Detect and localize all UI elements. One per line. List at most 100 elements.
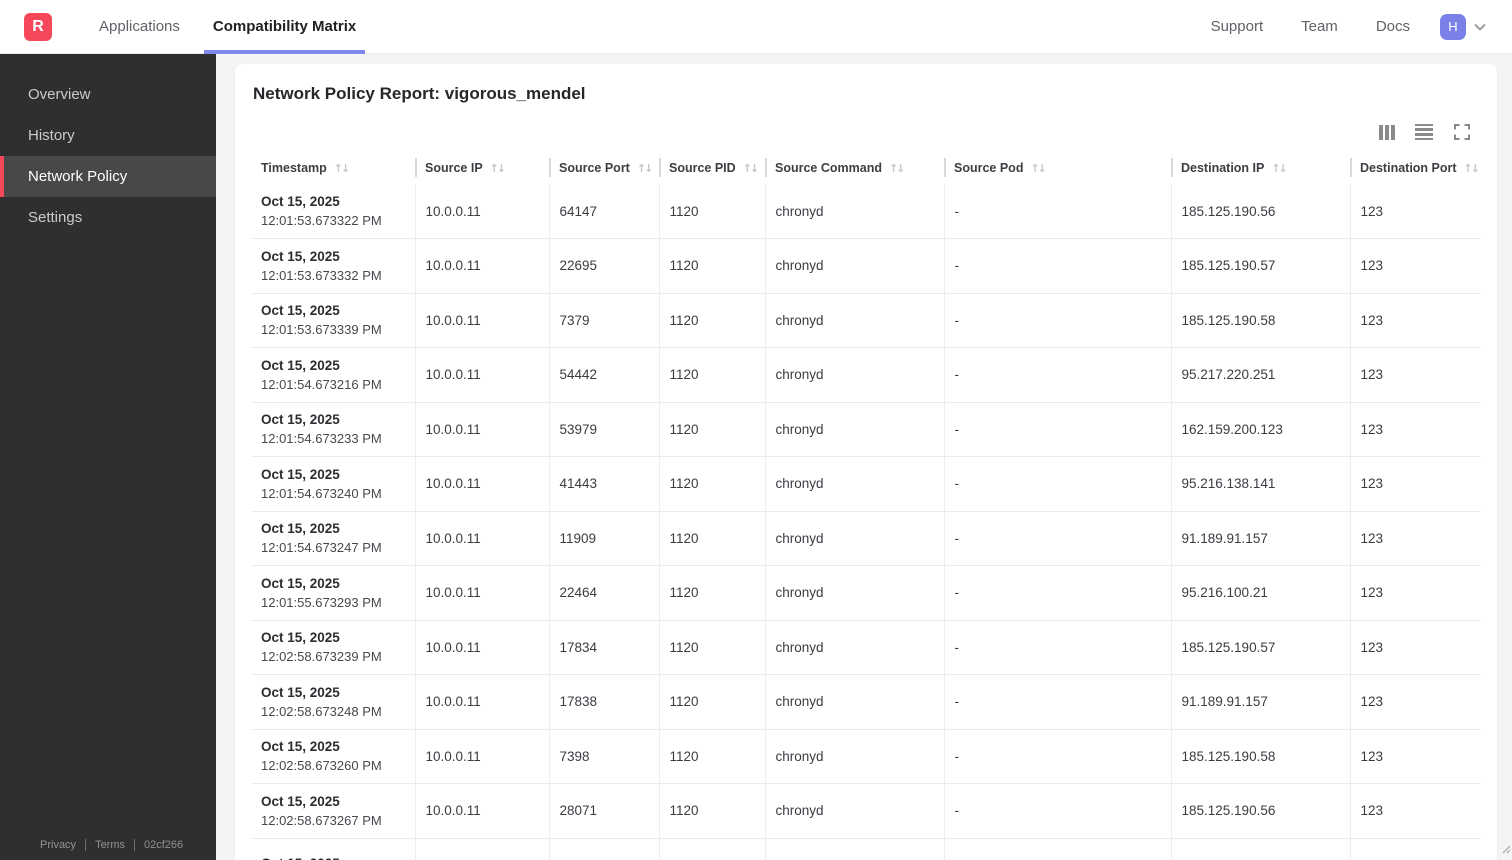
- source-command-cell: chronyd: [764, 456, 944, 512]
- columns-icon[interactable]: [1379, 124, 1395, 140]
- nav-link[interactable]: Team: [1301, 18, 1338, 35]
- sort-icon[interactable]: ↑↓: [889, 162, 906, 175]
- column-header[interactable]: Source Pod ↑↓: [944, 156, 1171, 184]
- table-row[interactable]: Oct 15, 2025 12:02:58.673260 PM 10.0.0.1…: [251, 729, 1481, 784]
- sidebar-item[interactable]: Settings: [0, 197, 216, 238]
- source-pod-cell: -: [943, 620, 1171, 675]
- destination-ip-cell: 95.216.138.141: [1170, 456, 1350, 512]
- table-row[interactable]: Oct 15, 2025 12:01:54.673233 PM 10.0.0.1…: [251, 402, 1481, 457]
- source-ip-cell: 10.0.0.11: [414, 674, 549, 730]
- report-card: Network Policy Report: vigorous_mendel T: [235, 64, 1497, 860]
- sort-icon[interactable]: ↑↓: [743, 162, 760, 175]
- timestamp-cell: Oct 15, 2025 12:01:55.673293 PM: [251, 565, 415, 621]
- sort-icon[interactable]: ↑↓: [490, 162, 507, 175]
- destination-port-cell: 123: [1349, 674, 1481, 730]
- resize-grip[interactable]: [1499, 841, 1511, 859]
- timestamp-cell: Oct 15, 2025 12:01:54.673247 PM: [251, 511, 415, 566]
- source-port-cell: 17838: [548, 674, 659, 730]
- source-command-cell: [764, 838, 944, 860]
- sort-icon[interactable]: ↑↓: [1030, 162, 1047, 175]
- table-row[interactable]: Oct 15, 2025 12:01:54.673216 PM 10.0.0.1…: [251, 347, 1481, 403]
- source-command-cell: chronyd: [764, 347, 944, 403]
- source-pid-cell: 1120: [658, 238, 765, 294]
- table-row[interactable]: Oct 15, 2025 12:01:54.673247 PM 10.0.0.1…: [251, 511, 1481, 566]
- table-row[interactable]: Oct 15, 2025 12:02:58.673248 PM 10.0.0.1…: [251, 674, 1481, 730]
- terms-link[interactable]: Terms: [95, 839, 125, 851]
- source-pod-cell: -: [943, 184, 1171, 239]
- destination-port-cell: 123: [1349, 184, 1481, 239]
- source-command-cell: chronyd: [764, 511, 944, 566]
- network-policy-table: Timestamp ↑↓ Source IP ↑↓ Source Port ↑↓ So…: [251, 156, 1481, 860]
- source-pod-cell: -: [943, 293, 1171, 348]
- source-pod-cell: -: [943, 729, 1171, 784]
- source-pid-cell: 1120: [658, 456, 765, 512]
- source-ip-cell: 10.0.0.11: [414, 565, 549, 621]
- table-row[interactable]: Oct 15, 2025 12:01:53.673332 PM 10.0.0.1…: [251, 238, 1481, 294]
- source-pid-cell: 1120: [658, 783, 765, 839]
- source-pid-cell: 1120: [658, 184, 765, 239]
- sort-icon[interactable]: ↑↓: [637, 162, 654, 175]
- table-row[interactable]: Oct 15, 2025 12:01:54.673240 PM 10.0.0.1…: [251, 456, 1481, 512]
- table-body: Oct 15, 2025 12:01:53.673322 PM 10.0.0.1…: [251, 184, 1481, 860]
- column-header[interactable]: Destination Port ↑↓: [1350, 156, 1481, 184]
- source-pid-cell: 1120: [658, 674, 765, 730]
- source-pod-cell: -: [943, 238, 1171, 294]
- source-pid-cell: 1120: [658, 511, 765, 566]
- source-port-cell: 41443: [548, 456, 659, 512]
- table-row[interactable]: Oct 15, 2025 12:02:58.673267 PM 10.0.0.1…: [251, 783, 1481, 839]
- source-port-cell: 64147: [548, 184, 659, 239]
- column-header[interactable]: Destination IP ↑↓: [1171, 156, 1350, 184]
- timestamp-cell: Oct 15, 2025 12:02:58.673267 PM: [251, 783, 415, 839]
- sidebar-item[interactable]: History: [0, 115, 216, 156]
- source-ip-cell: 10.0.0.11: [414, 620, 549, 675]
- sidebar-footer: Privacy Terms 02cf266: [0, 839, 216, 860]
- table-row[interactable]: Oct 15, 2025 12:01:55.673293 PM 10.0.0.1…: [251, 565, 1481, 621]
- source-pod-cell: -: [943, 456, 1171, 512]
- source-command-cell: chronyd: [764, 402, 944, 457]
- destination-ip-cell: 185.125.190.57: [1170, 238, 1350, 294]
- destination-port-cell: 123: [1349, 620, 1481, 675]
- timestamp-cell: Oct 15, 2025 12:01:53.673322 PM: [251, 184, 415, 239]
- column-header[interactable]: Source Command ↑↓: [765, 156, 944, 184]
- column-header[interactable]: Source Port ↑↓: [549, 156, 659, 184]
- source-pid-cell: 1120: [658, 293, 765, 348]
- sort-icon[interactable]: ↑↓: [1464, 162, 1481, 175]
- table-toolbar: [251, 122, 1471, 142]
- sidebar-item[interactable]: Overview: [0, 74, 216, 115]
- source-ip-cell: [414, 838, 549, 860]
- source-pod-cell: -: [943, 565, 1171, 621]
- destination-port-cell: 123: [1349, 402, 1481, 457]
- source-port-cell: 7379: [548, 293, 659, 348]
- nav-tab[interactable]: Compatibility Matrix: [203, 0, 366, 54]
- table-row[interactable]: Oct 15, 2025: [251, 838, 1481, 860]
- user-avatar[interactable]: H: [1440, 13, 1466, 40]
- source-ip-cell: 10.0.0.11: [414, 783, 549, 839]
- destination-port-cell: [1349, 838, 1481, 860]
- nav-tab[interactable]: Applications: [90, 0, 189, 54]
- table-row[interactable]: Oct 15, 2025 12:02:58.673239 PM 10.0.0.1…: [251, 620, 1481, 675]
- destination-ip-cell: 91.189.91.157: [1170, 511, 1350, 566]
- table-row[interactable]: Oct 15, 2025 12:01:53.673339 PM 10.0.0.1…: [251, 293, 1481, 348]
- chevron-down-icon[interactable]: [1472, 19, 1488, 35]
- timestamp-cell: Oct 15, 2025 12:01:54.673240 PM: [251, 456, 415, 512]
- nav-link[interactable]: Support: [1211, 18, 1264, 35]
- sidebar-item[interactable]: Network Policy: [0, 156, 216, 197]
- nav-link[interactable]: Docs: [1376, 18, 1410, 35]
- sort-icon[interactable]: ↑↓: [334, 162, 351, 175]
- column-header[interactable]: Timestamp ↑↓: [251, 156, 415, 184]
- column-header[interactable]: Source IP ↑↓: [415, 156, 549, 184]
- destination-port-cell: 123: [1349, 293, 1481, 348]
- app-logo[interactable]: R: [24, 12, 52, 41]
- source-ip-cell: 10.0.0.11: [414, 402, 549, 457]
- source-port-cell: [548, 838, 659, 860]
- privacy-link[interactable]: Privacy: [40, 839, 76, 851]
- table-row[interactable]: Oct 15, 2025 12:01:53.673322 PM 10.0.0.1…: [251, 184, 1481, 239]
- source-port-cell: 11909: [548, 511, 659, 566]
- destination-port-cell: 123: [1349, 511, 1481, 566]
- sort-icon[interactable]: ↑↓: [1271, 162, 1288, 175]
- fullscreen-icon[interactable]: [1453, 123, 1471, 141]
- rows-icon[interactable]: [1415, 123, 1433, 141]
- column-header[interactable]: Source PID ↑↓: [659, 156, 765, 184]
- source-ip-cell: 10.0.0.11: [414, 293, 549, 348]
- destination-port-cell: 123: [1349, 729, 1481, 784]
